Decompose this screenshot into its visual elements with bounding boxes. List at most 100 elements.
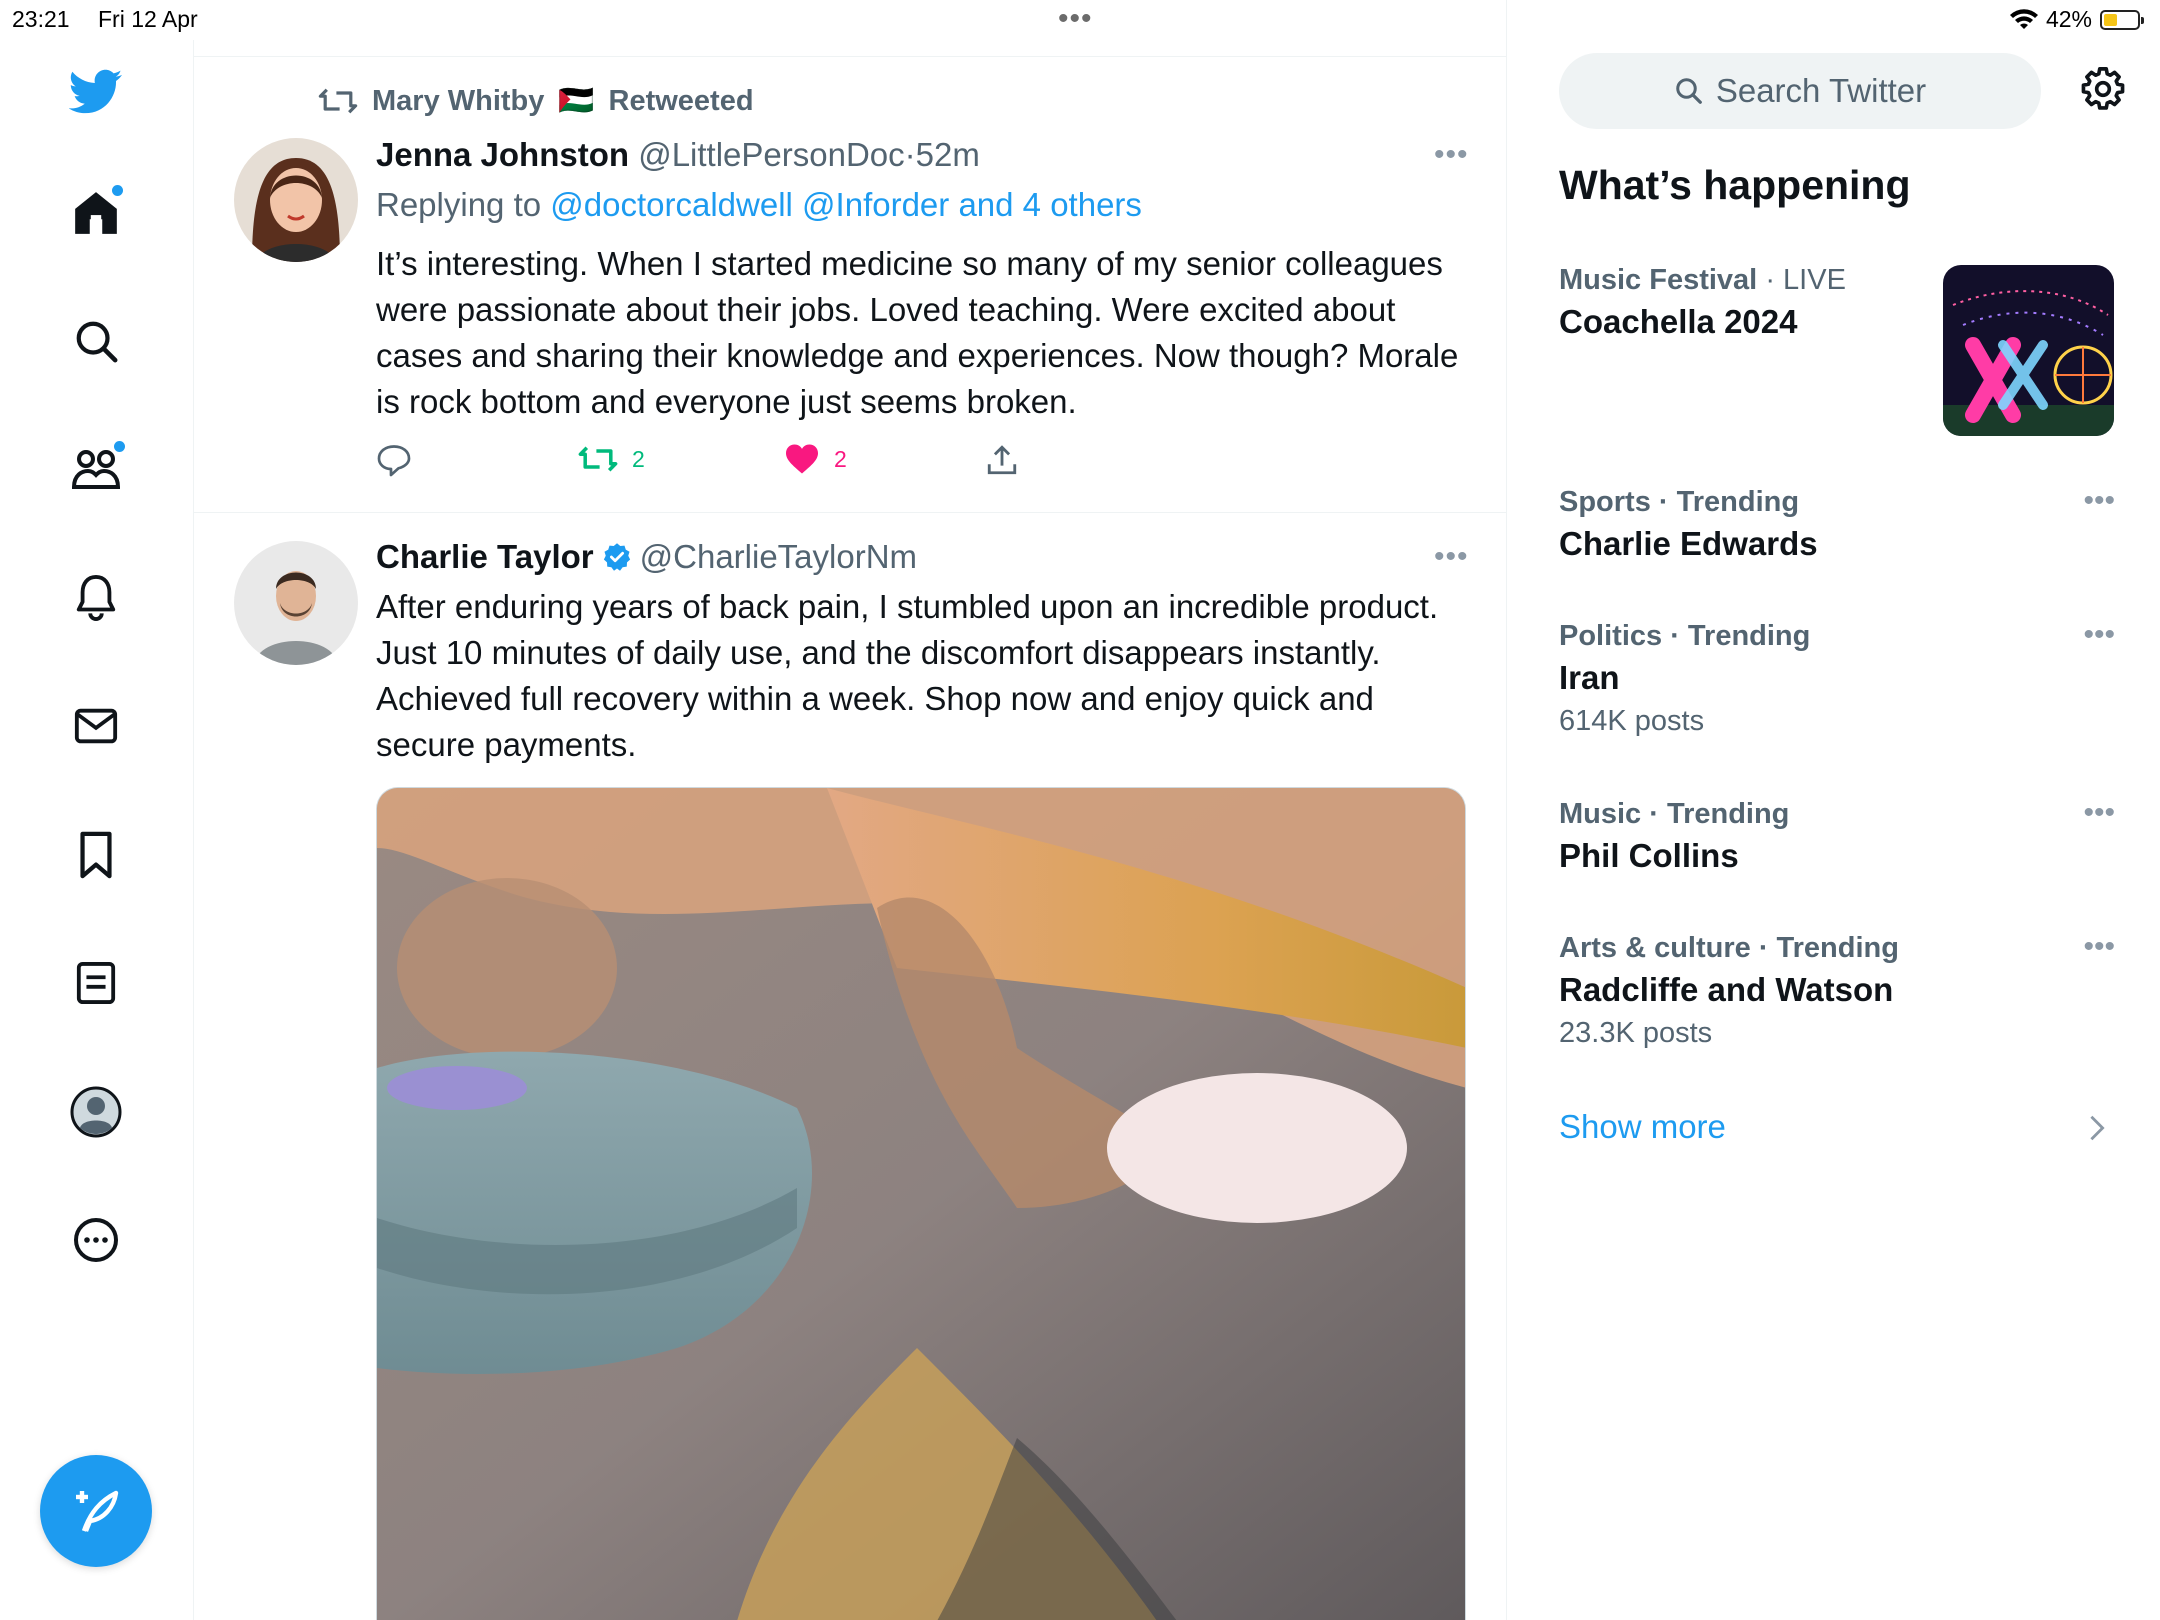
search-bar[interactable]: Search Twitter [1559, 53, 2041, 129]
status-time: 23:21 [12, 6, 70, 32]
wifi-icon [2009, 8, 2038, 29]
bookmark-icon [80, 831, 112, 879]
featured-category: Music Festival [1559, 264, 1758, 296]
communities-badge-dot [114, 441, 125, 452]
trend-category: Music · Trending [1559, 798, 1790, 830]
chevron-right-icon[interactable] [2088, 1114, 2106, 1147]
reply-button[interactable] [376, 443, 412, 477]
tweet-more-icon[interactable]: ••• [1434, 138, 1469, 172]
avatar-jenna[interactable] [234, 138, 358, 262]
show-more-link[interactable]: Show more [1559, 1108, 1726, 1146]
trend-more-icon[interactable]: ••• [2083, 796, 2115, 830]
search-icon [76, 321, 118, 363]
coachella-image [1943, 265, 2114, 436]
more-circle-icon [74, 1218, 118, 1262]
status-right: 42% [2009, 6, 2144, 33]
trend-category: Arts & culture · Trending [1559, 932, 1899, 964]
trend-name: Iran [1559, 659, 1620, 696]
share-icon [987, 445, 1017, 475]
trend-posts: 23.3K posts [1559, 1017, 1713, 1049]
mail-icon [74, 708, 118, 744]
home-icon [75, 192, 117, 234]
trend-more-icon[interactable]: ••• [2083, 930, 2115, 964]
lists-icon [76, 962, 116, 1004]
search-placeholder: Search Twitter [1715, 72, 1927, 109]
twitter-logo-icon[interactable] [66, 62, 126, 122]
timeline: Mary Whitby 🇵🇸 Retweeted Jenna Johnston … [194, 0, 1507, 1620]
compose-feather-icon [76, 1490, 119, 1532]
nav-home[interactable] [66, 183, 126, 243]
nav-explore[interactable] [66, 311, 126, 371]
trend-name: Phil Collins [1559, 837, 1739, 874]
like-count: 2 [834, 445, 847, 472]
trend-name: Charlie Edwards [1559, 525, 1818, 562]
featured-live: LIVE [1783, 264, 1846, 296]
trend-category: Politics · Trending [1559, 620, 1811, 652]
compose-tweet-button[interactable] [40, 1455, 152, 1567]
status-date: Fri 12 Apr [98, 6, 198, 32]
nav-lists[interactable] [66, 953, 126, 1013]
profile-avatar-icon [70, 1086, 122, 1138]
nav-notifications[interactable] [66, 568, 126, 628]
search-icon [1676, 78, 1702, 104]
trend-more-icon[interactable]: ••• [2083, 618, 2115, 652]
tweet-text: After enduring years of back pain, I stu… [376, 588, 1439, 763]
trend-item[interactable]: Arts & culture · Trending Radcliffe and … [1559, 930, 2115, 1050]
featured-category-line: Music Festival · LIVE [1559, 264, 1846, 297]
author-handle[interactable]: @LittlePersonDoc [638, 136, 904, 173]
left-nav [0, 40, 194, 1620]
nav-more[interactable] [66, 1210, 126, 1270]
author-name[interactable]: Charlie Taylor [376, 534, 594, 580]
tweet-time[interactable]: 52m [916, 136, 980, 173]
nav-bookmarks[interactable] [66, 825, 126, 885]
share-button[interactable] [986, 443, 1018, 477]
tweet-header: Jenna Johnston @LittlePersonDoc·52m [376, 132, 980, 178]
battery-percent: 42% [2045, 6, 2092, 32]
reply-icon [377, 445, 411, 477]
nav-profile[interactable] [66, 1082, 126, 1142]
nav-communities[interactable] [66, 439, 126, 499]
author-name[interactable]: Jenna Johnston [376, 136, 629, 173]
avatar-image [234, 541, 358, 665]
communities-icon [71, 450, 121, 489]
coachella-thumbnail[interactable] [1943, 265, 2114, 436]
trend-more-icon[interactable]: ••• [2083, 484, 2115, 518]
verified-badge-icon [603, 543, 630, 571]
battery-icon [2100, 9, 2144, 30]
retweet-context[interactable]: Mary Whitby 🇵🇸 Retweeted [318, 84, 754, 118]
retweeted-by-name[interactable]: Mary Whitby [372, 85, 544, 118]
avatar-image [234, 138, 358, 262]
flag-emoji: 🇵🇸 [558, 85, 595, 117]
replying-to: Replying to @doctorcaldwell @Inforder an… [376, 182, 1142, 228]
tweet-more-icon[interactable]: ••• [1434, 540, 1469, 574]
tweet-divider [194, 512, 1506, 513]
retweet-count: 2 [632, 445, 645, 472]
retweeted-label: Retweeted [608, 84, 754, 117]
trend-category: Sports · Trending [1559, 486, 1800, 518]
bell-icon [76, 575, 116, 621]
featured-trend[interactable]: Music Festival · LIVE Coachella 2024 [1559, 264, 1846, 341]
nav-messages[interactable] [66, 696, 126, 756]
featured-sep: · [1765, 264, 1775, 296]
trend-name: Radcliffe and Watson [1559, 971, 1894, 1008]
trend-item[interactable]: Sports · Trending Charlie Edwards ••• [1559, 484, 2115, 563]
tweet-header: Charlie Taylor @CharlieTaylorNm [376, 534, 917, 580]
author-handle[interactable]: @CharlieTaylorNm [640, 534, 917, 580]
tweet-text: It’s interesting. When I started medicin… [376, 245, 1459, 420]
whats-happening-title: What’s happening [1559, 162, 1911, 208]
like-button[interactable]: 2 [784, 443, 847, 475]
tweet-media[interactable] [376, 787, 1466, 1620]
home-badge-dot [112, 185, 123, 196]
replying-prefix: Replying to [376, 186, 542, 223]
retweet-button[interactable]: 2 [578, 443, 645, 475]
trend-item[interactable]: Music · Trending Phil Collins ••• [1559, 796, 2115, 875]
featured-title: Coachella 2024 [1559, 303, 1798, 340]
avatar-charlie[interactable] [234, 541, 358, 665]
separator: · [904, 136, 916, 173]
battery-fill [2104, 13, 2117, 26]
replying-mentions[interactable]: @doctorcaldwell @Inforder and 4 others [550, 186, 1142, 223]
settings-gear-icon[interactable] [2080, 66, 2126, 117]
trend-item[interactable]: Politics · Trending Iran 614K posts ••• [1559, 618, 2115, 738]
retweet-active-icon [578, 446, 618, 472]
timeline-header [194, 0, 1506, 57]
